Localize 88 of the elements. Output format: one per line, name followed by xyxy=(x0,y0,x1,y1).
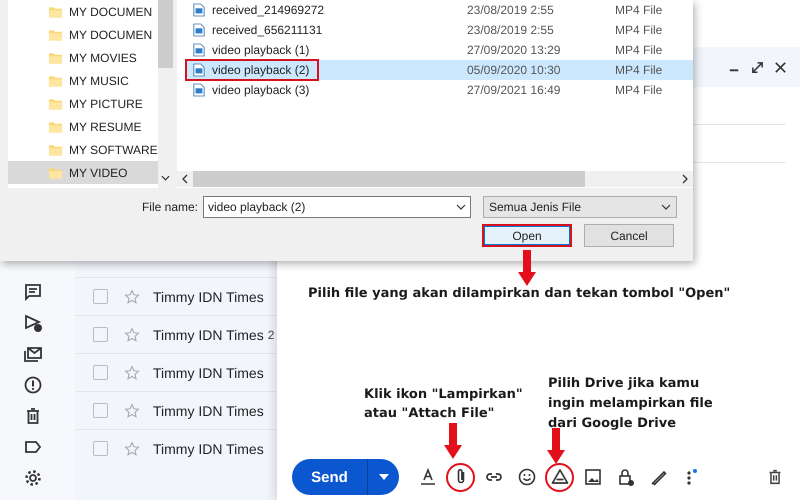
file-row[interactable]: video playback (1) 27/09/2020 13:29 MP4 File xyxy=(185,40,693,60)
folder-icon xyxy=(48,166,63,180)
file-type: MP4 File xyxy=(615,3,662,17)
cancel-button[interactable]: Cancel xyxy=(584,224,674,247)
drive-button[interactable] xyxy=(545,462,574,492)
triangle-icon xyxy=(550,467,570,487)
chat-icon[interactable] xyxy=(22,282,42,302)
video-file-icon xyxy=(193,63,205,77)
sender-name: Timmy IDN Times xyxy=(153,364,264,380)
attach-button[interactable] xyxy=(446,462,475,492)
smiley-icon xyxy=(516,467,536,487)
folder-icon xyxy=(48,120,63,134)
scroll-right-icon[interactable] xyxy=(682,174,688,184)
file-name: received_656211131 xyxy=(212,23,322,37)
file-name-field[interactable]: video playback (2) xyxy=(203,196,471,218)
file-date: 23/08/2019 2:55 xyxy=(467,3,555,17)
scroll-down-icon[interactable] xyxy=(160,175,170,181)
row-checkbox[interactable] xyxy=(93,365,108,380)
file-row[interactable]: received_656211131 23/08/2019 2:55 MP4 File xyxy=(185,20,693,40)
video-file-icon xyxy=(193,83,205,97)
expand-icon[interactable] xyxy=(750,60,765,74)
image-icon xyxy=(582,467,602,487)
folder-icon xyxy=(48,74,63,88)
alert-icon[interactable] xyxy=(22,375,42,395)
file-type: MP4 File xyxy=(615,43,662,57)
pointer-arrow xyxy=(547,428,565,464)
thread-count: 2 xyxy=(268,328,274,342)
star-icon[interactable] xyxy=(124,288,140,304)
mail-stack-icon[interactable] xyxy=(22,344,42,364)
scroll-left-icon[interactable] xyxy=(182,174,188,184)
folder-icon xyxy=(48,4,63,18)
file-date: 27/09/2021 16:49 xyxy=(467,83,562,97)
folder-item[interactable]: MY SOFTWARE xyxy=(8,138,158,161)
folder-item[interactable]: MY DOCUMEN xyxy=(8,23,158,46)
star-icon[interactable] xyxy=(124,402,140,418)
dropdown-caret-icon xyxy=(661,204,671,210)
annotation-text: Klik ikon "Lampirkan" atau "Attach File" xyxy=(364,386,523,423)
folder-icon xyxy=(48,28,63,42)
sender-name: Timmy IDN Times xyxy=(153,288,264,304)
annotation-text: Pilih Drive jika kamu ingin melampirkan file dari Google Drive xyxy=(548,375,713,433)
star-icon[interactable] xyxy=(124,364,140,380)
folder-icon xyxy=(48,142,63,156)
file-row[interactable]: video playback (2) 05/09/2020 10:30 MP4 File xyxy=(185,60,693,80)
star-icon[interactable] xyxy=(124,326,140,342)
folder-item[interactable]: MY DOCUMEN xyxy=(8,0,158,23)
close-icon[interactable] xyxy=(773,60,788,74)
dropdown-caret-icon xyxy=(456,204,466,210)
star-icon[interactable] xyxy=(124,440,140,456)
file-name-label: File name: xyxy=(140,200,199,214)
folder-icon xyxy=(48,50,63,64)
file-name: received_214969272 xyxy=(212,3,324,17)
annotation-text: Pilih file yang akan dilampirkan dan tekan tombol "Open" xyxy=(308,285,730,303)
folder-item[interactable]: MY MOVIES xyxy=(8,46,158,69)
more-icon xyxy=(686,469,696,485)
folder-item[interactable]: MY VIDEO xyxy=(8,161,158,184)
file-name: video playback (3) xyxy=(212,83,310,97)
caret-icon xyxy=(378,474,388,480)
file-date: 27/09/2020 13:29 xyxy=(467,43,562,57)
row-checkbox[interactable] xyxy=(93,403,108,418)
sender-name: Timmy IDN Times xyxy=(153,402,264,418)
file-name: video playback (1) xyxy=(212,43,310,57)
folder-icon xyxy=(48,96,63,110)
scheduled-send-icon[interactable] xyxy=(22,313,42,333)
file-type: MP4 File xyxy=(615,23,662,37)
file-row[interactable]: video playback (3) 27/09/2021 16:49 MP4 File xyxy=(185,80,693,100)
file-type: MP4 File xyxy=(615,83,662,97)
file-type-dropdown[interactable]: Semua Jenis File xyxy=(483,196,677,218)
folder-item[interactable]: MY PICTURE xyxy=(8,92,158,115)
open-button[interactable]: Open xyxy=(482,224,572,247)
video-file-icon xyxy=(193,3,205,17)
pointer-arrow xyxy=(444,423,462,459)
file-name: video playback (2) xyxy=(212,63,310,77)
sender-name: Timmy IDN Times xyxy=(153,326,264,342)
file-row[interactable]: received_214969272 23/08/2019 2:55 MP4 File xyxy=(185,0,693,20)
row-checkbox[interactable] xyxy=(93,441,108,456)
video-file-icon xyxy=(193,43,205,57)
settings-icon[interactable] xyxy=(22,468,42,488)
video-file-icon xyxy=(193,23,205,37)
file-date: 23/08/2019 2:55 xyxy=(467,23,555,37)
row-checkbox[interactable] xyxy=(93,289,108,304)
folder-item[interactable]: MY MUSIC xyxy=(8,69,158,92)
folder-item[interactable]: MY RESUME xyxy=(8,115,158,138)
sender-name: Timmy IDN Times xyxy=(153,440,264,456)
pointer-arrow xyxy=(518,250,536,286)
file-date: 05/09/2020 10:30 xyxy=(467,63,562,77)
row-checkbox[interactable] xyxy=(93,327,108,342)
file-type: MP4 File xyxy=(615,63,662,77)
horizontal-scrollbar[interactable] xyxy=(177,171,693,187)
